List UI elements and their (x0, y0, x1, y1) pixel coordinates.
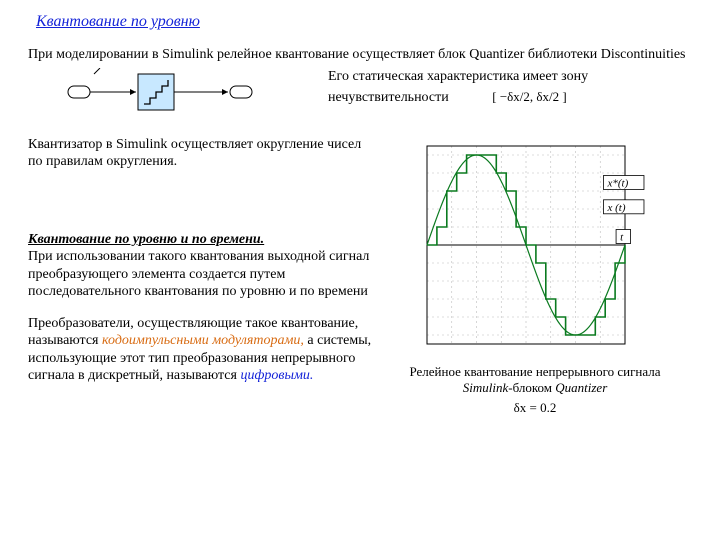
chart-caption-b: -блоком (508, 380, 555, 395)
svg-text:x*(t): x*(t) (606, 177, 628, 189)
pulse-code-modulators-term: кодоимпульсными модуляторами, (102, 333, 304, 348)
simulink-diagram-row: Его статическая характеристика имеет зон… (28, 68, 692, 118)
converters-paragraph: Преобразователи, осуществляющие такое кв… (28, 315, 378, 385)
chart-caption-quantizer: Quantizer (555, 380, 607, 395)
page-title: Квантование по уровню (36, 12, 692, 32)
quantization-chart: x*(t)x (t)t (405, 136, 665, 356)
simulink-block-diagram-icon (28, 68, 308, 118)
chart-caption-a: Релейное квантование непрерывного сигнал… (409, 364, 660, 379)
chart-caption: Релейное квантование непрерывного сигнал… (405, 364, 665, 397)
delta-x-value: δx = 0.2 (514, 400, 557, 416)
svg-text:x (t): x (t) (606, 201, 625, 213)
level-and-time-body: При использовании такого квантования вых… (28, 249, 369, 299)
level-and-time-paragraph: Квантование по уровню и по времени. При … (28, 231, 378, 301)
rounding-paragraph: Квантизатор в Simulink осуществляет окру… (28, 136, 378, 171)
level-and-time-subtitle: Квантование по уровню и по времени. (28, 232, 264, 247)
intro-paragraph: При моделировании в Simulink релейное кв… (28, 46, 692, 64)
digital-term: цифровыми. (240, 368, 313, 383)
chart-caption-simulink: Simulink (463, 380, 509, 395)
static-characteristic-text: Его статическая характеристика имеет зон… (328, 68, 692, 107)
deadzone-expression: [ −δx/2, δx/2 ] (492, 89, 566, 105)
